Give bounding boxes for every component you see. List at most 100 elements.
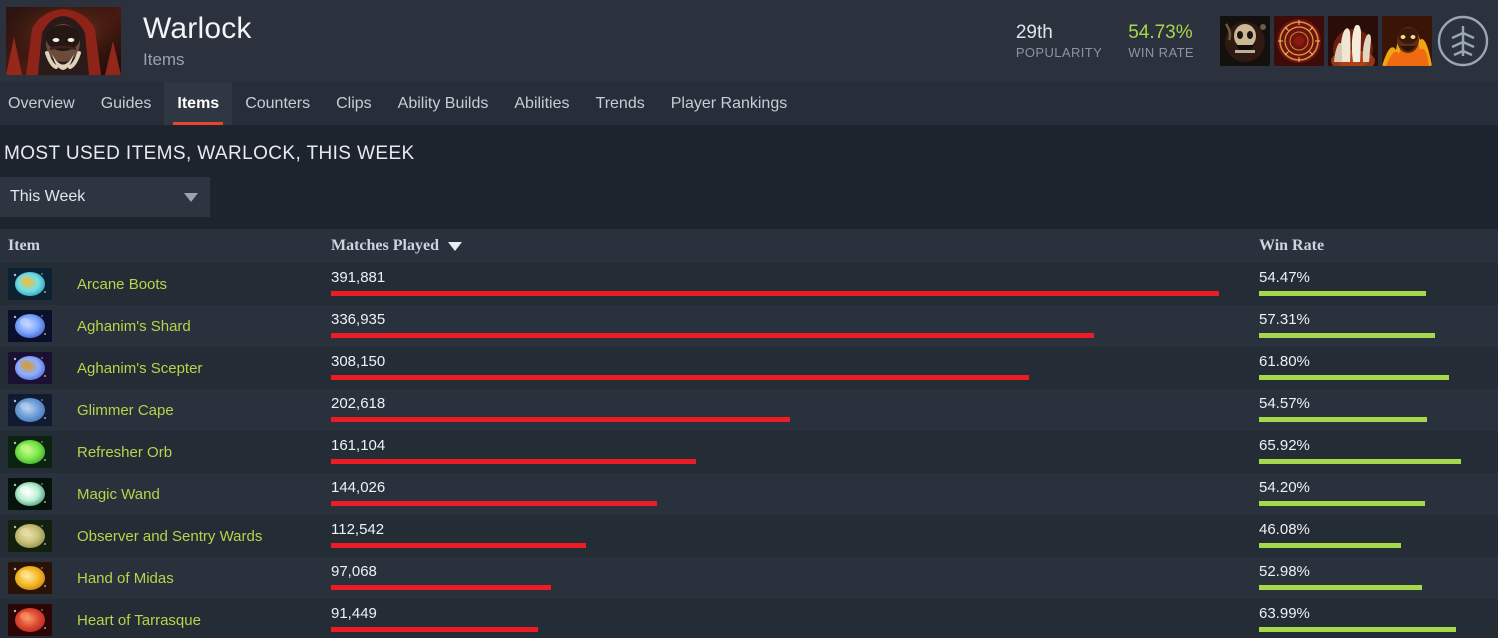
nav-tabs: Overview Guides Items Counters Clips Abi… [0, 82, 1498, 126]
column-header-matches-played[interactable]: Matches Played [331, 237, 1245, 255]
column-header-item[interactable]: Item [0, 237, 331, 255]
cell-item: Refresher Orb [0, 436, 331, 468]
popularity-label: POPULARITY [1015, 45, 1103, 61]
item-name-link[interactable]: Aghanim's Shard [77, 318, 191, 335]
hero-stats: 29th POPULARITY 54.73% WIN RATE [1016, 0, 1498, 82]
matches-played-bar [331, 543, 586, 548]
table-row[interactable]: Heart of Tarrasque 91,449 63.99% [0, 599, 1498, 638]
win-rate-value: 46.08% [1259, 521, 1310, 538]
shadow-word-ability-icon[interactable] [1274, 16, 1324, 66]
caret-down-icon [447, 241, 462, 251]
matches-played-value: 336,935 [331, 311, 386, 328]
win-rate-value: 65.92% [1259, 437, 1310, 454]
item-name-link[interactable]: Hand of Midas [77, 570, 174, 587]
tab-trends[interactable]: Trends [583, 82, 658, 125]
cell-win-rate: 57.31% [1245, 305, 1498, 347]
tab-clips[interactable]: Clips [323, 82, 385, 125]
matches-played-value: 161,104 [331, 437, 386, 454]
table-row[interactable]: Glimmer Cape 202,618 54.57% [0, 389, 1498, 431]
main-content: MOST USED ITEMS, WARLOCK, THIS WEEK This… [0, 126, 1498, 638]
hand-of-midas-icon[interactable] [8, 562, 52, 594]
timeframe-selected-value: This Week [10, 188, 86, 205]
item-name-link[interactable]: Arcane Boots [77, 276, 167, 293]
cell-matches-played: 308,150 [331, 347, 1245, 389]
page-subtitle: Items [143, 50, 185, 69]
matches-played-value: 391,881 [331, 269, 386, 286]
tab-abilities[interactable]: Abilities [501, 82, 582, 125]
item-name-link[interactable]: Magic Wand [77, 486, 160, 503]
talent-tree-icon[interactable] [1436, 14, 1490, 68]
cell-item: Aghanim's Scepter [0, 352, 331, 384]
tab-counters[interactable]: Counters [232, 82, 323, 125]
item-name-link[interactable]: Aghanim's Scepter [77, 360, 202, 377]
matches-played-bar [331, 291, 1219, 296]
table-row[interactable]: Arcane Boots 391,881 54.47% [0, 263, 1498, 305]
cell-matches-played: 144,026 [331, 473, 1245, 515]
table-row[interactable]: Aghanim's Shard 336,935 57.31% [0, 305, 1498, 347]
tab-guides[interactable]: Guides [88, 82, 165, 125]
tab-items[interactable]: Items [164, 82, 233, 125]
tab-ability-builds[interactable]: Ability Builds [385, 82, 502, 125]
chaotic-offering-ability-icon[interactable] [1382, 16, 1432, 66]
win-rate-bar [1259, 291, 1426, 296]
item-name-link[interactable]: Glimmer Cape [77, 402, 174, 419]
matches-played-bar [331, 459, 696, 464]
win-rate-value: 54.47% [1259, 269, 1310, 286]
upheaval-ability-icon[interactable] [1328, 16, 1378, 66]
hero-name: Warlock [143, 12, 252, 45]
cell-item: Heart of Tarrasque [0, 604, 331, 636]
tab-overview[interactable]: Overview [0, 82, 88, 125]
cell-item: Observer and Sentry Wards [0, 520, 331, 552]
cell-item: Arcane Boots [0, 268, 331, 300]
cell-win-rate: 46.08% [1245, 515, 1498, 557]
matches-played-bar [331, 627, 538, 632]
tab-player-rankings[interactable]: Player Rankings [658, 82, 801, 125]
aghanims-scepter-icon[interactable] [8, 352, 52, 384]
glimmer-cape-icon[interactable] [8, 394, 52, 426]
heart-of-tarrasque-icon[interactable] [8, 604, 52, 636]
cell-item: Magic Wand [0, 478, 331, 510]
win-rate-value: 57.31% [1259, 311, 1310, 328]
item-name-link[interactable]: Observer and Sentry Wards [77, 528, 262, 545]
aghanims-shard-icon[interactable] [8, 310, 52, 342]
winrate-value: 54.73% [1128, 21, 1193, 43]
win-rate-value: 54.57% [1259, 395, 1310, 412]
cell-win-rate: 61.80% [1245, 347, 1498, 389]
cell-win-rate: 54.57% [1245, 389, 1498, 431]
item-name-link[interactable]: Refresher Orb [77, 444, 172, 461]
cell-matches-played: 97,068 [331, 557, 1245, 599]
observer-sentry-wards-icon[interactable] [8, 520, 52, 552]
cell-item: Aghanim's Shard [0, 310, 331, 342]
table-row[interactable]: Hand of Midas 97,068 52.98% [0, 557, 1498, 599]
stat-winrate: 54.73% WIN RATE [1128, 22, 1194, 61]
cell-matches-played: 202,618 [331, 389, 1245, 431]
cell-matches-played: 161,104 [331, 431, 1245, 473]
hero-header: Warlock Items 29th POPULARITY 54.73% WIN… [0, 0, 1498, 82]
timeframe-dropdown[interactable]: This Week [0, 177, 210, 217]
fatal-bonds-ability-icon[interactable] [1220, 16, 1270, 66]
arcane-boots-icon[interactable] [8, 268, 52, 300]
item-name-link[interactable]: Heart of Tarrasque [77, 612, 201, 629]
table-row[interactable]: Magic Wand 144,026 54.20% [0, 473, 1498, 515]
win-rate-value: 54.20% [1259, 479, 1310, 496]
table-row[interactable]: Aghanim's Scepter 308,150 61.80% [0, 347, 1498, 389]
cell-win-rate: 63.99% [1245, 599, 1498, 638]
magic-wand-icon[interactable] [8, 478, 52, 510]
cell-matches-played: 91,449 [331, 599, 1245, 638]
refresher-orb-icon[interactable] [8, 436, 52, 468]
table-row[interactable]: Observer and Sentry Wards 112,542 46.08% [0, 515, 1498, 557]
cell-win-rate: 65.92% [1245, 431, 1498, 473]
hero-portrait[interactable] [6, 7, 121, 75]
win-rate-bar [1259, 627, 1456, 632]
cell-win-rate: 54.47% [1245, 263, 1498, 305]
filter-bar: This Week [0, 177, 1498, 217]
cell-win-rate: 52.98% [1245, 557, 1498, 599]
table-row[interactable]: Refresher Orb 161,104 65.92% [0, 431, 1498, 473]
popularity-value: 29th [1015, 21, 1053, 43]
matches-played-value: 144,026 [331, 479, 386, 496]
column-header-win-rate[interactable]: Win Rate [1245, 237, 1498, 255]
items-table: Item Matches Played Win Rate Arcane Boot… [0, 229, 1498, 638]
win-rate-value: 63.99% [1259, 605, 1310, 622]
matches-played-value: 91,449 [331, 605, 377, 622]
matches-played-value: 97,068 [331, 563, 377, 580]
